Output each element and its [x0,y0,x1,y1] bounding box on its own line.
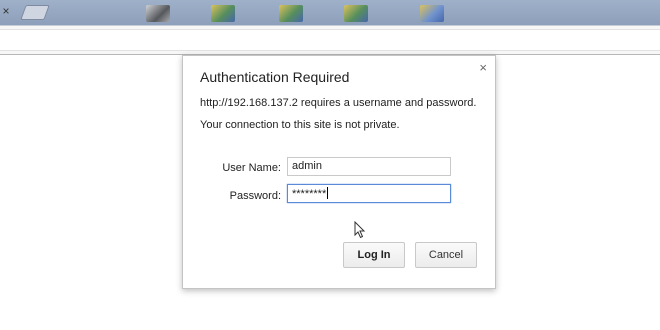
close-icon[interactable]: × [479,61,487,75]
password-label: Password: [229,190,281,202]
password-field[interactable]: ******** [287,184,451,203]
new-tab-button[interactable] [20,5,50,20]
dialog-title: Authentication Required [200,69,350,85]
tab-favicon-icon[interactable] [146,5,170,22]
tab-close-button[interactable]: × [0,4,12,18]
tab-favicon-icon[interactable] [279,5,303,22]
browser-tabstrip: × [0,0,660,25]
login-button[interactable]: Log In [343,242,405,268]
username-label: User Name: [222,162,281,174]
tab-favicon-icon[interactable] [211,5,235,22]
cancel-button[interactable]: Cancel [415,242,477,268]
dialog-message: http://192.168.137.2 requires a username… [200,97,477,109]
address-bar[interactable] [0,29,660,51]
username-value: admin [292,160,322,172]
username-field[interactable]: admin [287,157,451,176]
text-caret [327,187,329,199]
auth-dialog: × Authentication Required http://192.168… [182,55,496,289]
tab-favicon-icon[interactable] [420,5,444,22]
browser-toolbar [0,25,660,55]
tab-favicon-icon[interactable] [344,5,368,22]
password-value: ******** [292,188,327,200]
mouse-cursor-icon [354,221,366,239]
dialog-warning: Your connection to this site is not priv… [200,119,400,131]
